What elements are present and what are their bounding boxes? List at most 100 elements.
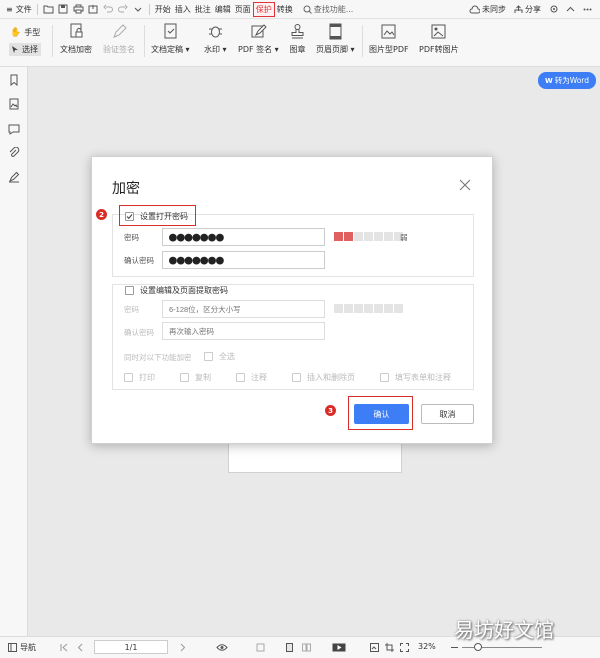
single-page-icon[interactable]	[285, 643, 294, 652]
pdf-to-image-button[interactable]: PDF转图片	[419, 23, 459, 55]
zoom-out-icon[interactable]	[450, 643, 459, 652]
menu-bar: ≡ 文件 开始 插入 批注 编辑 页面 保护 转换 查找功能... 未同步 分享	[0, 0, 600, 19]
edit-password-checkbox-row[interactable]: 设置编辑及页面提取密码	[125, 285, 228, 296]
comment-icon[interactable]	[8, 123, 20, 135]
next-page-icon[interactable]	[178, 643, 187, 652]
tab-protect[interactable]: 保护	[252, 1, 275, 17]
insert-delete-checkbox[interactable]	[292, 373, 301, 382]
select-tool[interactable]: 选择	[9, 43, 41, 56]
option-print[interactable]: 打印	[124, 372, 155, 383]
prev-page-icon[interactable]	[76, 643, 85, 652]
cloud-icon	[469, 5, 480, 13]
hand-icon: ✋	[10, 27, 22, 38]
strength-segment	[364, 232, 373, 241]
close-icon[interactable]	[459, 179, 471, 191]
collapse-icon[interactable]	[564, 3, 577, 16]
image-pdf-button[interactable]: 图片型PDF	[369, 23, 409, 55]
tab-page[interactable]: 页面	[233, 0, 253, 19]
doc-encrypt-button[interactable]: 文档加密	[60, 23, 92, 55]
option-insert-delete[interactable]: 插入和删除页	[292, 372, 355, 383]
undo-icon[interactable]	[102, 3, 115, 16]
crop-icon[interactable]	[385, 643, 394, 652]
watermark-button[interactable]: 水印 ▾	[204, 23, 227, 55]
confirm-button[interactable]: 确认	[354, 404, 409, 424]
file-menu[interactable]: ≡ 文件	[4, 0, 34, 19]
zoom-slider-handle[interactable]	[474, 643, 482, 651]
confirm-password-field[interactable]: ●●●●●●●	[162, 251, 325, 269]
open-password-checkbox-row[interactable]: 设置打开密码	[125, 211, 188, 222]
share-button[interactable]: 分享	[512, 0, 543, 19]
password-field[interactable]: ●●●●●●●	[162, 228, 325, 246]
thumbnail-view-icon[interactable]	[370, 643, 379, 652]
strength-segment	[354, 304, 363, 313]
export-icon[interactable]	[87, 3, 100, 16]
search-function[interactable]: 查找功能...	[303, 4, 353, 15]
play-icon[interactable]	[332, 643, 346, 652]
select-all-checkbox-row[interactable]: 全选	[204, 351, 235, 362]
navigation-toggle[interactable]: 导航	[8, 642, 36, 653]
settings-icon[interactable]	[547, 3, 560, 16]
fill-form-checkbox[interactable]	[380, 373, 389, 382]
bookmark-icon[interactable]	[8, 74, 20, 86]
pdf-to-image-icon	[431, 24, 446, 39]
document-page	[228, 443, 402, 473]
step-badge-3: 3	[325, 405, 336, 416]
tab-convert[interactable]: 转换	[275, 0, 295, 19]
encrypt-dialog: 加密 设置打开密码 密码 ●●●●●●● 弱 确认密码 ●●●●●●● 设置编辑…	[91, 156, 493, 444]
signature-icon[interactable]	[8, 171, 20, 183]
pdf-sign-icon	[251, 24, 267, 38]
open-folder-icon[interactable]	[42, 3, 55, 16]
edit-password-checkbox[interactable]	[125, 286, 134, 295]
strength-label: 弱	[400, 233, 408, 242]
hand-tool[interactable]: ✋ 手型	[10, 27, 40, 38]
image-pdf-icon	[381, 24, 396, 39]
tab-home[interactable]: 开始	[153, 0, 173, 19]
tab-comment[interactable]: 批注	[193, 0, 213, 19]
pdf-sign-button[interactable]: PDF 签名 ▾	[238, 23, 279, 55]
word-icon: W	[544, 76, 553, 85]
divider	[144, 25, 145, 57]
divider	[36, 3, 38, 15]
cancel-button[interactable]: 取消	[421, 404, 474, 424]
save-icon[interactable]	[57, 3, 70, 16]
fit-page-icon[interactable]	[400, 643, 409, 652]
edit-password-field[interactable]	[162, 300, 325, 318]
tab-edit[interactable]: 编辑	[213, 0, 233, 19]
edit-confirm-field[interactable]	[162, 322, 325, 340]
left-sidebar	[0, 67, 28, 636]
fit-width-icon[interactable]	[256, 643, 265, 652]
tab-insert[interactable]: 插入	[173, 0, 193, 19]
attachment-icon[interactable]	[8, 147, 20, 159]
print-checkbox[interactable]	[124, 373, 133, 382]
verify-signature-button[interactable]: 验证签名	[103, 23, 135, 55]
open-password-label: 设置打开密码	[140, 212, 188, 221]
select-all-checkbox[interactable]	[204, 352, 213, 361]
divider	[52, 25, 53, 57]
print-icon[interactable]	[72, 3, 85, 16]
open-password-checkbox[interactable]	[125, 212, 134, 221]
convert-to-word-button[interactable]: W 转为Word	[538, 72, 596, 89]
option-copy[interactable]: 复制	[180, 372, 211, 383]
more-icon[interactable]	[581, 3, 594, 16]
option-annotate[interactable]: 注释	[236, 372, 267, 383]
sync-status[interactable]: 未同步	[467, 0, 508, 19]
divider	[362, 25, 363, 57]
double-page-icon[interactable]	[302, 643, 311, 652]
copy-checkbox[interactable]	[180, 373, 189, 382]
quick-access-dropdown-icon[interactable]	[132, 3, 145, 16]
ribbon-toolbar: ✋ 手型 选择 文档加密 验证签名 文档定稿 ▾ 水印 ▾ PDF 签名 ▾ 图…	[0, 19, 600, 67]
share-icon	[514, 4, 523, 13]
stamp-button[interactable]: 图章	[289, 23, 306, 55]
strength-segment	[344, 232, 353, 241]
doc-finalize-button[interactable]: 文档定稿 ▾	[151, 23, 190, 55]
redo-icon[interactable]	[117, 3, 130, 16]
page-number-input[interactable]: 1/1	[94, 640, 168, 654]
first-page-icon[interactable]	[60, 643, 69, 652]
header-footer-button[interactable]: 页眉页脚 ▾	[316, 23, 355, 55]
zoom-level[interactable]: 32%	[418, 642, 436, 651]
finalize-check-icon	[164, 23, 177, 39]
thumbnail-icon[interactable]	[8, 98, 20, 110]
eye-protect-icon[interactable]	[216, 643, 228, 652]
annotate-checkbox[interactable]	[236, 373, 245, 382]
option-fill-form[interactable]: 填写表单和注释	[380, 372, 451, 383]
